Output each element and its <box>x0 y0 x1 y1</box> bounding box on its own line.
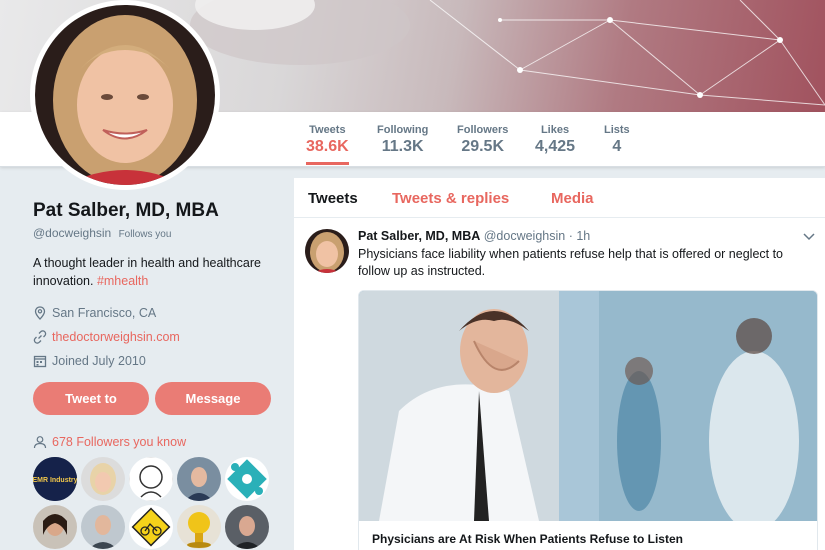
stat-label: Lists <box>604 124 630 136</box>
follows-you-badge: Follows you <box>118 229 172 240</box>
followers-you-know-grid: EMR Industry <box>33 457 283 549</box>
card-title: Physicians are At Risk When Patients Ref… <box>372 532 683 546</box>
timeline: Tweets Tweets & replies Media Pat Salber… <box>294 178 825 550</box>
profile-photo <box>35 5 215 185</box>
stat-label: Following <box>377 124 429 136</box>
chevron-down-icon[interactable] <box>803 232 815 244</box>
profile-actions: Tweet to Message <box>33 382 283 415</box>
stat-tweets[interactable]: Tweets 38.6K <box>306 124 349 165</box>
stat-following[interactable]: Following 11.3K <box>377 124 428 156</box>
tweet-header: Pat Salber, MD, MBA @docweighsin · 1h <box>358 229 590 243</box>
profile-handle[interactable]: @docweighsin <box>33 226 111 240</box>
follower-avatar[interactable] <box>225 457 269 501</box>
tweet-to-button[interactable]: Tweet to <box>33 382 149 415</box>
profile-bio: A thought leader in health and healthcar… <box>33 254 283 290</box>
stat-lists[interactable]: Lists 4 <box>604 124 630 156</box>
followers-you-know-label: 678 Followers you know <box>52 435 187 449</box>
profile-joined: Joined July 2010 <box>52 354 146 368</box>
tab-media[interactable]: Media <box>551 190 594 207</box>
follower-avatar[interactable] <box>81 505 125 549</box>
follower-avatar[interactable] <box>225 505 269 549</box>
profile-website-link[interactable]: thedoctorweighsin.com <box>52 330 180 344</box>
stat-label: Followers <box>457 124 509 136</box>
follower-avatar[interactable] <box>177 505 221 549</box>
link-preview-card[interactable]: Physicians are At Risk When Patients Ref… <box>358 290 818 550</box>
tweet-author-handle[interactable]: @docweighsin <box>484 229 565 243</box>
stat-label: Likes <box>540 124 570 136</box>
svg-text:EMR Industry: EMR Industry <box>33 477 77 484</box>
tab-tweets-replies[interactable]: Tweets & replies <box>392 190 509 207</box>
website-row: thedoctorweighsin.com <box>33 330 283 344</box>
stat-value: 4 <box>612 138 622 155</box>
joined-row: Joined July 2010 <box>33 354 283 368</box>
stat-value: 29.5K <box>461 138 505 155</box>
stat-followers[interactable]: Followers 29.5K <box>457 124 508 156</box>
tab-tweets[interactable]: Tweets <box>308 190 358 207</box>
follower-avatar[interactable] <box>129 505 173 549</box>
tweet-author-name[interactable]: Pat Salber, MD, MBA <box>358 229 480 243</box>
stat-value: 4,425 <box>535 138 576 155</box>
follower-avatar[interactable] <box>177 457 221 501</box>
person-icon <box>33 436 47 449</box>
tweet-text: Physicians face liability when patients … <box>358 247 784 278</box>
location-row: San Francisco, CA <box>33 306 283 320</box>
location-pin-icon <box>34 306 46 320</box>
message-button[interactable]: Message <box>155 382 271 415</box>
profile-info: Pat Salber, MD, MBA @docweighsin Follows… <box>33 200 283 549</box>
stat-value: 11.3K <box>381 138 424 155</box>
stat-likes[interactable]: Likes 4,425 <box>535 124 575 156</box>
calendar-icon <box>33 355 47 368</box>
handle-row: @docweighsin Follows you <box>33 226 283 240</box>
tweet-avatar[interactable] <box>305 229 349 273</box>
follower-avatar[interactable] <box>33 505 77 549</box>
followers-you-know[interactable]: 678 Followers you know <box>33 435 283 449</box>
follower-avatar[interactable] <box>81 457 125 501</box>
profile-avatar[interactable] <box>30 0 220 190</box>
card-image <box>359 291 817 521</box>
profile-location: San Francisco, CA <box>52 306 157 320</box>
tweet-timestamp[interactable]: · 1h <box>565 229 591 243</box>
link-icon <box>33 330 47 344</box>
stat-label: Tweets <box>309 124 346 136</box>
stat-value: 38.6K <box>306 138 349 155</box>
follower-avatar[interactable] <box>129 457 173 501</box>
follower-avatar[interactable]: EMR Industry <box>33 457 77 501</box>
bio-hashtag[interactable]: #mhealth <box>97 274 148 288</box>
profile-name[interactable]: Pat Salber, MD, MBA <box>33 200 283 222</box>
timeline-tabs: Tweets Tweets & replies Media <box>294 178 825 218</box>
